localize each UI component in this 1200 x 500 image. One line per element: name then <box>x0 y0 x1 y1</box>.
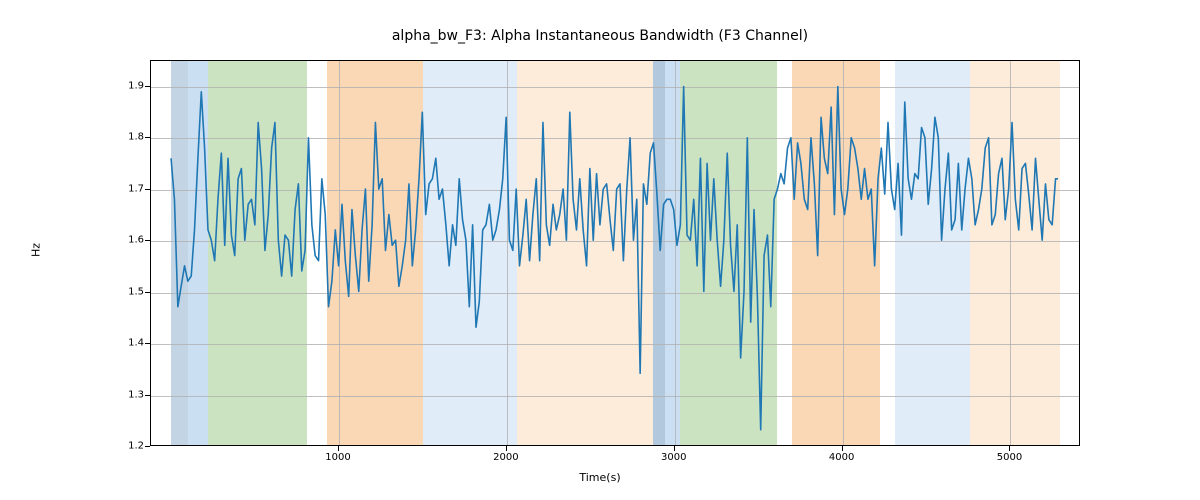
x-tick-label: 1000 <box>325 452 350 463</box>
x-tick-label: 4000 <box>829 452 854 463</box>
y-tick-label: 1.6 <box>104 235 144 246</box>
y-tick-mark <box>145 240 150 241</box>
chart-figure: alpha_bw_F3: Alpha Instantaneous Bandwid… <box>0 0 1200 500</box>
y-tick-mark <box>145 292 150 293</box>
x-axis-label: Time(s) <box>0 471 1200 484</box>
chart-title: alpha_bw_F3: Alpha Instantaneous Bandwid… <box>0 28 1200 44</box>
x-tick-mark <box>842 446 843 451</box>
y-tick-label: 1.5 <box>104 286 144 297</box>
y-tick-mark <box>145 343 150 344</box>
x-tick-label: 3000 <box>661 452 686 463</box>
y-tick-label: 1.4 <box>104 338 144 349</box>
y-tick-label: 1.7 <box>104 183 144 194</box>
y-axis-label: Hz <box>30 243 43 257</box>
x-tick-mark <box>338 446 339 451</box>
y-tick-mark <box>145 86 150 87</box>
y-tick-mark <box>145 395 150 396</box>
plot-area <box>150 60 1080 446</box>
x-tick-mark <box>506 446 507 451</box>
y-tick-label: 1.3 <box>104 389 144 400</box>
x-tick-mark <box>674 446 675 451</box>
x-tick-label: 2000 <box>493 452 518 463</box>
y-tick-label: 1.2 <box>104 441 144 452</box>
x-tick-label: 5000 <box>997 452 1022 463</box>
x-tick-mark <box>1009 446 1010 451</box>
y-tick-mark <box>145 137 150 138</box>
y-tick-mark <box>145 189 150 190</box>
series-path <box>171 87 1058 430</box>
line-series <box>151 61 1079 445</box>
y-tick-mark <box>145 446 150 447</box>
y-tick-label: 1.9 <box>104 80 144 91</box>
y-tick-label: 1.8 <box>104 132 144 143</box>
